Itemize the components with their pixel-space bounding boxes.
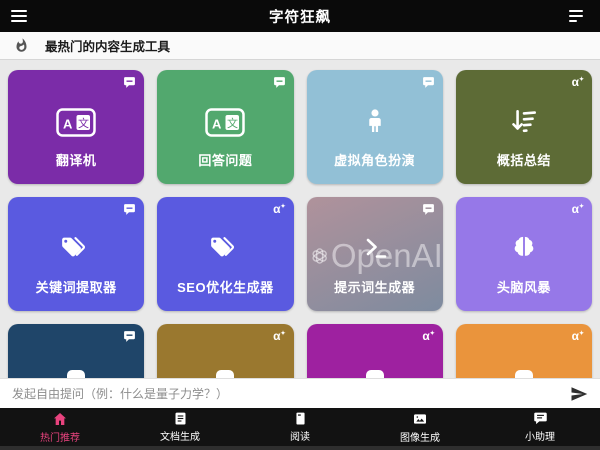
prompt-icon bbox=[307, 235, 443, 261]
tool-icon bbox=[366, 370, 384, 378]
app-title: 字符狂飙 bbox=[0, 6, 600, 27]
tool-card-label: 概括总结 bbox=[456, 150, 592, 169]
chat-bubble-icon bbox=[123, 203, 136, 220]
section-header: 最热门的内容生成工具 bbox=[0, 32, 600, 60]
home-icon bbox=[52, 411, 68, 427]
tools-grid: A 文翻译机 A 文回答问题 虚拟角色扮演α✦ 概括总结 关键词提取器α✦ SE… bbox=[0, 60, 600, 378]
nav-item-label: 小助理 bbox=[525, 428, 555, 443]
tool-card-虚拟角色扮演[interactable]: 虚拟角色扮演 bbox=[307, 70, 443, 184]
alpha-badge-icon: α✦ bbox=[572, 76, 584, 88]
free-question-input[interactable] bbox=[12, 387, 562, 401]
nav-item-文档生成[interactable]: 文档生成 bbox=[120, 408, 240, 446]
tool-card-概括总结[interactable]: α✦ 概括总结 bbox=[456, 70, 592, 184]
svg-text:文: 文 bbox=[227, 116, 238, 130]
nav-item-热门推荐[interactable]: 热门推荐 bbox=[0, 408, 120, 446]
tags-icon bbox=[157, 235, 293, 263]
tool-card-提示词生成器[interactable]: OpenAI 提示词生成器 bbox=[307, 197, 443, 311]
alpha-badge-icon: α✦ bbox=[572, 203, 584, 215]
nav-item-阅读[interactable]: 阅读 bbox=[240, 408, 360, 446]
tool-icon bbox=[216, 370, 234, 378]
alpha-badge-icon: α✦ bbox=[422, 330, 434, 342]
tool-card-label: 回答问题 bbox=[157, 150, 293, 169]
tool-card-label: 翻译机 bbox=[8, 150, 144, 169]
chat-bubble-icon bbox=[123, 76, 136, 93]
top-header: 字符狂飙 bbox=[0, 0, 600, 32]
tool-card-label: 关键词提取器 bbox=[8, 277, 144, 296]
nav-item-label: 文档生成 bbox=[160, 428, 200, 443]
chat-bubble-icon bbox=[273, 76, 286, 93]
chat-bubble-icon bbox=[422, 76, 435, 93]
tool-card-SEO优化生成器[interactable]: α✦ SEO优化生成器 bbox=[157, 197, 293, 311]
tool-card[interactable] bbox=[8, 324, 144, 378]
tool-card[interactable]: α✦ bbox=[307, 324, 443, 378]
tool-icon bbox=[515, 370, 533, 378]
image-icon bbox=[412, 411, 428, 427]
app-root: 字符狂飙 最热门的内容生成工具 A 文翻译机 A 文回答问题 虚拟角色扮演α✦ bbox=[0, 0, 600, 450]
nav-item-小助理[interactable]: 小助理 bbox=[480, 408, 600, 446]
svg-text:A: A bbox=[212, 117, 222, 132]
tool-card-头脑风暴[interactable]: α✦ 头脑风暴 bbox=[456, 197, 592, 311]
tool-card-label: 虚拟角色扮演 bbox=[307, 150, 443, 169]
tool-card[interactable]: α✦ bbox=[456, 324, 592, 378]
send-icon[interactable] bbox=[570, 385, 588, 403]
alpha-badge-icon: α✦ bbox=[273, 203, 285, 215]
person-icon bbox=[307, 108, 443, 134]
alpha-badge-icon: α✦ bbox=[572, 330, 584, 342]
assistant-icon bbox=[533, 411, 548, 426]
tool-card[interactable]: α✦ bbox=[157, 324, 293, 378]
document-icon bbox=[173, 411, 188, 426]
tool-icon bbox=[67, 370, 85, 378]
tool-card-label: 提示词生成器 bbox=[307, 277, 443, 296]
bottom-strip bbox=[0, 446, 600, 450]
book-icon bbox=[293, 411, 308, 426]
section-title: 最热门的内容生成工具 bbox=[45, 36, 170, 55]
brain-icon bbox=[456, 235, 592, 261]
translate-icon: A 文 bbox=[8, 108, 144, 137]
svg-text:文: 文 bbox=[78, 116, 89, 130]
tags-icon bbox=[8, 235, 144, 263]
chat-bubble-icon bbox=[422, 203, 435, 220]
nav-item-label: 图像生成 bbox=[400, 429, 440, 444]
svg-text:A: A bbox=[63, 117, 73, 132]
tool-card-label: 头脑风暴 bbox=[456, 277, 592, 296]
bottom-nav: 热门推荐 文档生成 阅读 图像生成 小助理 bbox=[0, 408, 600, 446]
hamburger-menu-icon[interactable] bbox=[11, 8, 31, 24]
chat-bubble-icon bbox=[123, 330, 136, 347]
sort-menu-icon[interactable] bbox=[569, 8, 589, 24]
nav-item-label: 热门推荐 bbox=[40, 429, 80, 444]
tool-card-关键词提取器[interactable]: 关键词提取器 bbox=[8, 197, 144, 311]
alpha-badge-icon: α✦ bbox=[273, 330, 285, 342]
translate-icon: A 文 bbox=[157, 108, 293, 137]
tool-card-回答问题[interactable]: A 文回答问题 bbox=[157, 70, 293, 184]
tool-card-label: SEO优化生成器 bbox=[157, 277, 293, 296]
flame-icon bbox=[14, 38, 29, 53]
summarize-icon bbox=[456, 108, 592, 136]
tool-card-翻译机[interactable]: A 文翻译机 bbox=[8, 70, 144, 184]
nav-item-图像生成[interactable]: 图像生成 bbox=[360, 408, 480, 446]
free-question-bar bbox=[0, 378, 600, 408]
nav-item-label: 阅读 bbox=[290, 428, 310, 443]
